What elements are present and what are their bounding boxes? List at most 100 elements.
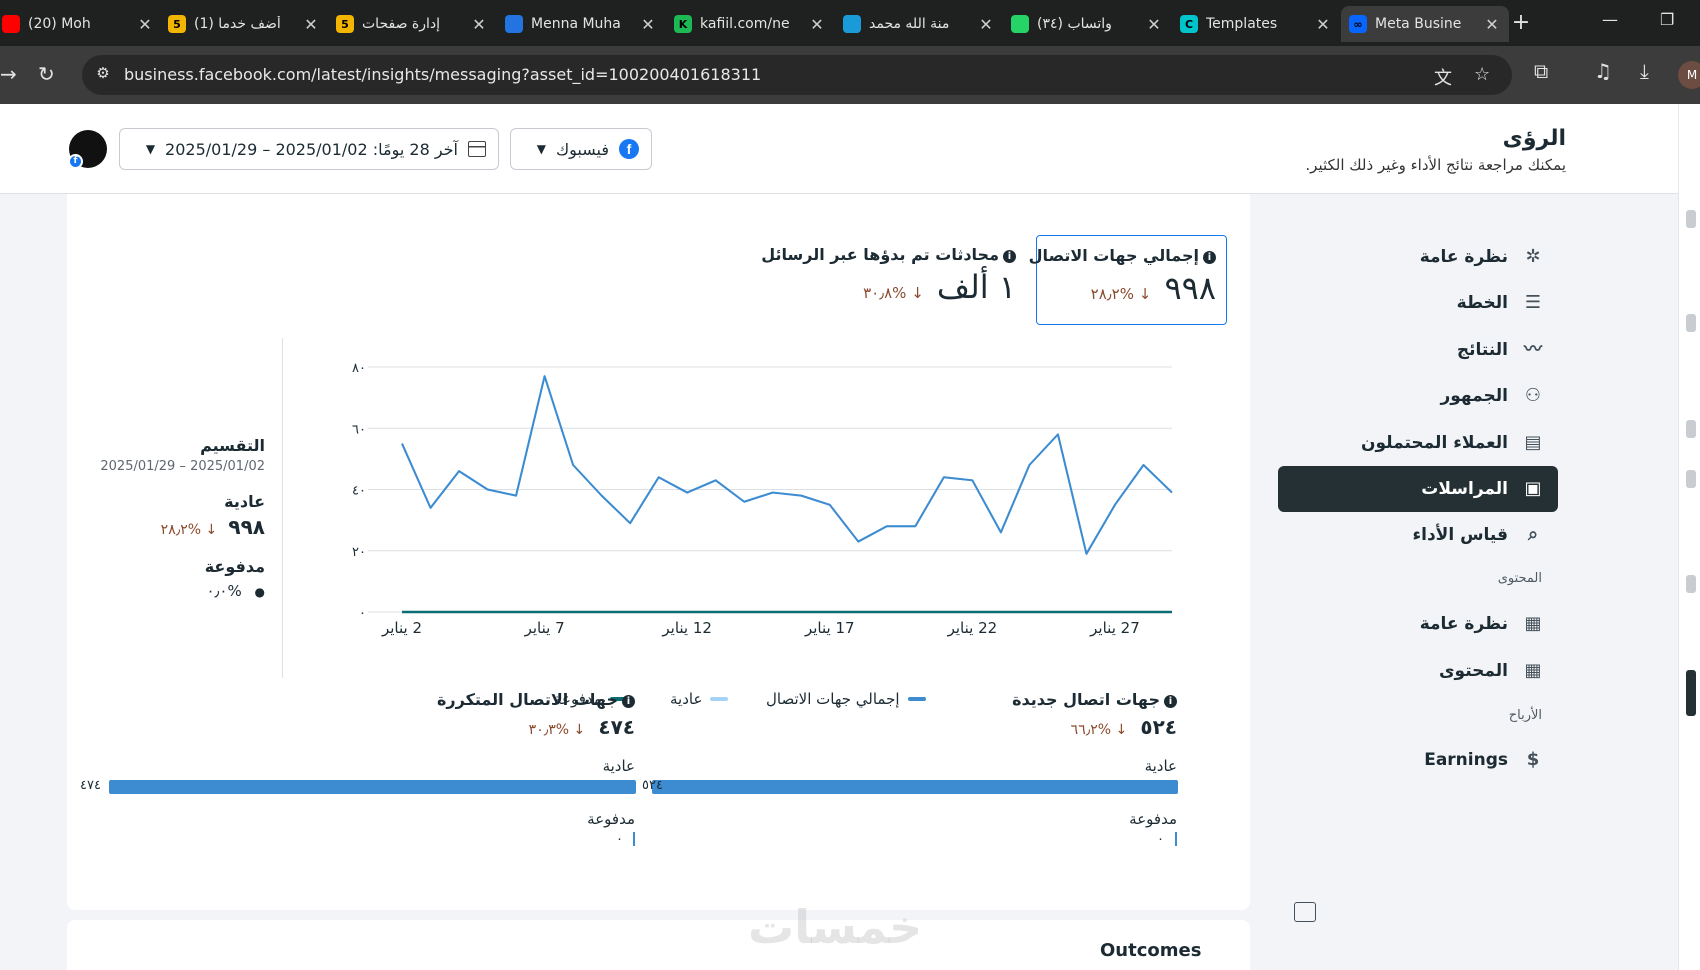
info-icon[interactable]: i xyxy=(1164,695,1177,708)
info-icon[interactable]: i xyxy=(1203,251,1216,264)
page-subtitle: يمكنك مراجعة نتائج الأداء وغير ذلك الكثي… xyxy=(1305,156,1566,174)
translate-icon[interactable]: 文 xyxy=(1434,64,1452,90)
metric-delta: %٢٨٫٢ xyxy=(1090,285,1134,303)
maximize-button[interactable]: ❐ xyxy=(1660,10,1674,29)
returning-organic-bar[interactable] xyxy=(109,780,636,794)
close-tab-icon[interactable]: ✕ xyxy=(1483,15,1501,34)
tab-title: منة الله محمد xyxy=(869,16,950,32)
info-icon[interactable]: i xyxy=(622,695,635,708)
browser-tab[interactable]: 5 إدارة صفحات ✕ xyxy=(328,6,496,42)
returning-organic-value: ٤٧٤ xyxy=(80,778,101,793)
tab-title: Templates xyxy=(1206,16,1278,32)
close-tab-icon[interactable]: ✕ xyxy=(977,15,995,34)
collapse-sidebar-icon[interactable] xyxy=(1294,902,1316,922)
returning-paid-label: مدفوعة xyxy=(587,810,635,828)
close-tab-icon[interactable]: ✕ xyxy=(136,15,154,34)
metric-conversations[interactable]: i محادثات تم بدؤها عبر الرسائل ١ ألف ↓ %٣… xyxy=(760,235,1020,325)
download-icon[interactable]: ⤓ xyxy=(1640,59,1649,83)
metric-label: إجمالي جهات الاتصال xyxy=(1028,246,1199,265)
browser-tab[interactable]: 5 (1) أضف خدما ✕ xyxy=(160,6,328,42)
tab-title: kafiil.com/ne xyxy=(700,16,790,32)
minimize-button[interactable]: — xyxy=(1602,10,1618,29)
profile-avatar[interactable]: M xyxy=(1678,61,1700,89)
insights-header: الرؤى يمكنك مراجعة نتائج الأداء وغير ذلك… xyxy=(0,104,1678,194)
metric-delta: %٣٠٫٣ xyxy=(528,722,570,738)
edge-shortcut-icon[interactable] xyxy=(1686,314,1696,332)
site-info-icon[interactable]: ⚙ xyxy=(92,64,114,86)
browser-tab[interactable]: ∞ Meta Busine ✕ xyxy=(1341,6,1509,42)
watermark: خمسات xyxy=(748,900,923,954)
close-tab-icon[interactable]: ✕ xyxy=(1145,15,1163,34)
sidebar-section-content: المحتوى xyxy=(1497,571,1542,586)
edge-shortcut-icon[interactable] xyxy=(1686,575,1696,593)
edge-shortcut-icon[interactable] xyxy=(1686,670,1696,716)
tab-title: (20) Moh xyxy=(28,16,91,32)
khamsat-icon: 5 xyxy=(168,15,186,33)
close-tab-icon[interactable]: ✕ xyxy=(302,15,320,34)
new-paid-bar[interactable] xyxy=(1175,832,1177,846)
people-icon: ⚇ xyxy=(1524,385,1542,406)
youtube-icon xyxy=(2,15,20,33)
media-control-icon[interactable]: ♫ xyxy=(1594,59,1612,83)
sidebar-item[interactable]: نظرة عامة ▦ xyxy=(1278,601,1558,647)
arrow-down-icon: ↓ xyxy=(1138,285,1152,303)
forward-icon[interactable]: → xyxy=(0,62,17,86)
metric-value: ٩٩٨ xyxy=(1164,269,1216,307)
date-range-selector[interactable]: آخر 28 يومًا: 2025/01/02 – 2025/01/29 ▼ xyxy=(119,128,499,170)
sidebar-item[interactable]: العملاء المحتملون ▤ xyxy=(1278,420,1558,466)
breakdown-paid-label: مدفوعة xyxy=(204,557,265,576)
close-tab-icon[interactable]: ✕ xyxy=(639,15,657,34)
edge-shortcut-icon[interactable] xyxy=(1686,470,1696,488)
edge-shortcut-icon[interactable] xyxy=(1686,210,1696,228)
calendar-icon xyxy=(468,141,486,157)
chevron-down-icon: ▼ xyxy=(145,142,156,156)
sidebar-item-label: Earnings xyxy=(1424,750,1508,770)
legend-organic[interactable]: عادية xyxy=(670,690,729,708)
browser-tab[interactable]: C Templates ✕ xyxy=(1172,6,1340,42)
metric-new-contacts[interactable]: i جهات اتصال جديدة ٥٢٤ ↓ %٦٦٫٢ xyxy=(900,690,1177,739)
new-organic-bar[interactable] xyxy=(652,780,1178,794)
close-tab-icon[interactable]: ✕ xyxy=(808,15,826,34)
info-icon[interactable]: i xyxy=(1003,250,1016,263)
list-icon: ☰ xyxy=(1524,292,1542,313)
breakdown-title: التقسيم xyxy=(200,436,265,455)
new-tab-button[interactable]: + xyxy=(1508,10,1534,35)
browser-tab[interactable]: منة الله محمد ✕ xyxy=(835,6,1003,42)
new-organic-value: ٥٢٤ xyxy=(642,778,663,793)
returning-paid-bar[interactable] xyxy=(633,832,635,846)
sidebar-item[interactable]: قياس الأداء ⌕ xyxy=(1278,512,1558,558)
metric-total-contacts[interactable]: i إجمالي جهات الاتصال ٩٩٨ ↓ %٢٨٫٢ xyxy=(1029,235,1227,325)
close-tab-icon[interactable]: ✕ xyxy=(470,15,488,34)
close-tab-icon[interactable]: ✕ xyxy=(1314,15,1332,34)
sidebar-item[interactable]: النتائج 〰 xyxy=(1278,327,1558,373)
tab-title: Meta Busine xyxy=(1375,16,1462,32)
browser-tab-strip: (20) Moh ✕ 5 (1) أضف خدما ✕ 5 إدارة صفحات ✕ Menn… xyxy=(0,0,1700,46)
sidebar-item-label: الخطة xyxy=(1456,293,1508,313)
address-bar[interactable]: ⚙ business.facebook.com/latest/insights/… xyxy=(82,55,1512,95)
contact-card-icon: ▤ xyxy=(1524,432,1542,453)
sidebar-item[interactable]: الجمهور ⚇ xyxy=(1278,373,1558,419)
sidebar-item-label: الجمهور xyxy=(1440,386,1508,406)
edge-shortcut-icon[interactable] xyxy=(1686,420,1696,438)
reload-icon[interactable]: ↻ xyxy=(38,62,55,86)
browser-tab[interactable]: (20) Moh ✕ xyxy=(0,6,162,42)
chevron-down-icon: ▼ xyxy=(536,142,546,156)
extensions-icon[interactable]: ⧉ xyxy=(1534,59,1548,83)
sidebar-item[interactable]: المحتوى ▦ xyxy=(1278,648,1558,694)
browser-tab[interactable]: (٣٤) واتساب ✕ xyxy=(1003,6,1171,42)
outcomes-title: Outcomes xyxy=(1100,940,1202,961)
metric-returning-contacts[interactable]: i جهات الاتصال المتكررة ٤٧٤ ↓ %٣٠٫٣ xyxy=(360,690,635,739)
sidebar-item[interactable]: المراسلات ▣ xyxy=(1278,466,1558,512)
metric-label: جهات اتصال جديدة xyxy=(1012,690,1160,709)
sidebar-item[interactable]: الخطة ☰ xyxy=(1278,280,1558,326)
platform-selector[interactable]: f فيسبوك ▼ xyxy=(510,128,652,170)
browser-tab[interactable]: Menna Muha ✕ xyxy=(497,6,665,42)
browser-tab[interactable]: Kkafiil.com/ne ✕ xyxy=(666,6,834,42)
sidebar-item[interactable]: Earnings $ xyxy=(1278,737,1558,783)
bookmark-star-icon[interactable]: ☆ xyxy=(1474,64,1490,85)
dollar-icon: $ xyxy=(1526,749,1540,770)
whatsapp-icon xyxy=(1011,15,1029,33)
tab-title: Menna Muha xyxy=(531,16,621,32)
sidebar-item[interactable]: نظرة عامة ✲ xyxy=(1278,234,1558,280)
metric-value: ٤٧٤ xyxy=(598,715,635,739)
